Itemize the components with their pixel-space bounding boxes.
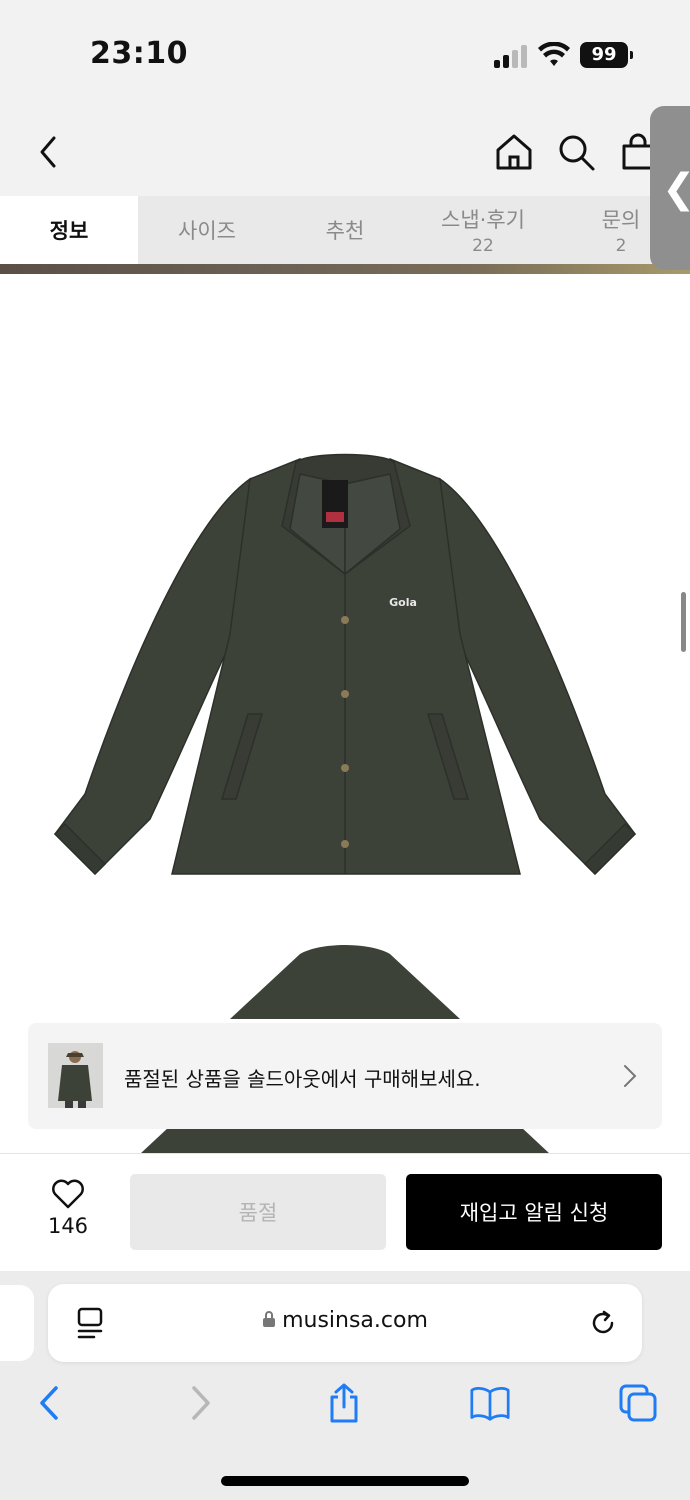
soldout-banner[interactable]: 품절된 상품을 솔드아웃에서 구매해보세요. <box>28 1023 662 1129</box>
tab-label: 스냅·후기 <box>441 208 525 232</box>
tab-count: 22 <box>472 236 494 256</box>
tabs-icon[interactable] <box>618 1383 658 1423</box>
url-text: musinsa.com <box>282 1308 428 1333</box>
reload-icon[interactable] <box>588 1308 618 1338</box>
tab-recommend[interactable]: 추천 <box>276 196 414 264</box>
home-indicator <box>221 1476 469 1486</box>
previous-tab-peek[interactable] <box>0 1285 34 1361</box>
safari-toolbar: musinsa.com <box>0 1271 690 1500</box>
brand-logo: Gola <box>389 596 417 609</box>
chevron-left-icon: ❮ <box>662 166 690 212</box>
purchase-action-bar: 146 품절 재입고 알림 신청 <box>0 1153 690 1271</box>
like-button[interactable]: 146 <box>44 1178 92 1238</box>
tab-snap-review[interactable]: 스냅·후기 22 <box>414 196 552 264</box>
tab-size[interactable]: 사이즈 <box>138 196 276 264</box>
nav-header <box>0 110 690 196</box>
status-time: 23:10 <box>90 36 188 71</box>
tab-label: 추천 <box>325 219 365 243</box>
chevron-right-icon <box>624 1065 637 1087</box>
search-icon[interactable] <box>554 130 598 174</box>
address-bar[interactable]: musinsa.com <box>48 1284 642 1362</box>
heart-icon <box>52 1179 84 1209</box>
cellular-signal-icon <box>494 44 530 68</box>
previous-image-edge <box>0 264 690 274</box>
share-icon[interactable] <box>324 1383 364 1423</box>
url-field[interactable]: musinsa.com <box>48 1308 642 1333</box>
product-tabs: 정보 사이즈 추천 스냅·후기 22 문의 2 <box>0 196 690 264</box>
banner-thumbnail <box>48 1043 103 1108</box>
browser-back-icon[interactable] <box>30 1383 70 1423</box>
battery-icon: 99 <box>580 42 633 68</box>
product-image-area: Gola <box>0 274 690 1154</box>
banner-text: 품절된 상품을 솔드아웃에서 구매해보세요. <box>124 1067 481 1091</box>
scrollbar[interactable] <box>681 592 686 652</box>
tab-info[interactable]: 정보 <box>0 196 138 264</box>
like-count: 146 <box>47 1214 89 1238</box>
wifi-icon <box>538 42 570 66</box>
status-bar: 23:10 99 <box>0 0 690 110</box>
tab-label: 사이즈 <box>178 219 236 243</box>
tab-count: 2 <box>615 236 627 256</box>
soldout-button: 품절 <box>130 1174 386 1250</box>
bookmarks-icon[interactable] <box>470 1383 510 1423</box>
browser-forward-icon[interactable] <box>180 1383 220 1423</box>
side-panel-handle[interactable]: ❮ <box>650 106 690 270</box>
back-chevron-icon[interactable] <box>26 130 70 174</box>
tab-label: 문의 <box>601 208 641 232</box>
tab-label: 정보 <box>49 219 89 243</box>
lock-icon <box>263 1311 276 1327</box>
jacket-front-image: Gola <box>53 453 637 1154</box>
home-icon[interactable] <box>492 130 536 174</box>
restock-notify-button[interactable]: 재입고 알림 신청 <box>406 1174 662 1250</box>
